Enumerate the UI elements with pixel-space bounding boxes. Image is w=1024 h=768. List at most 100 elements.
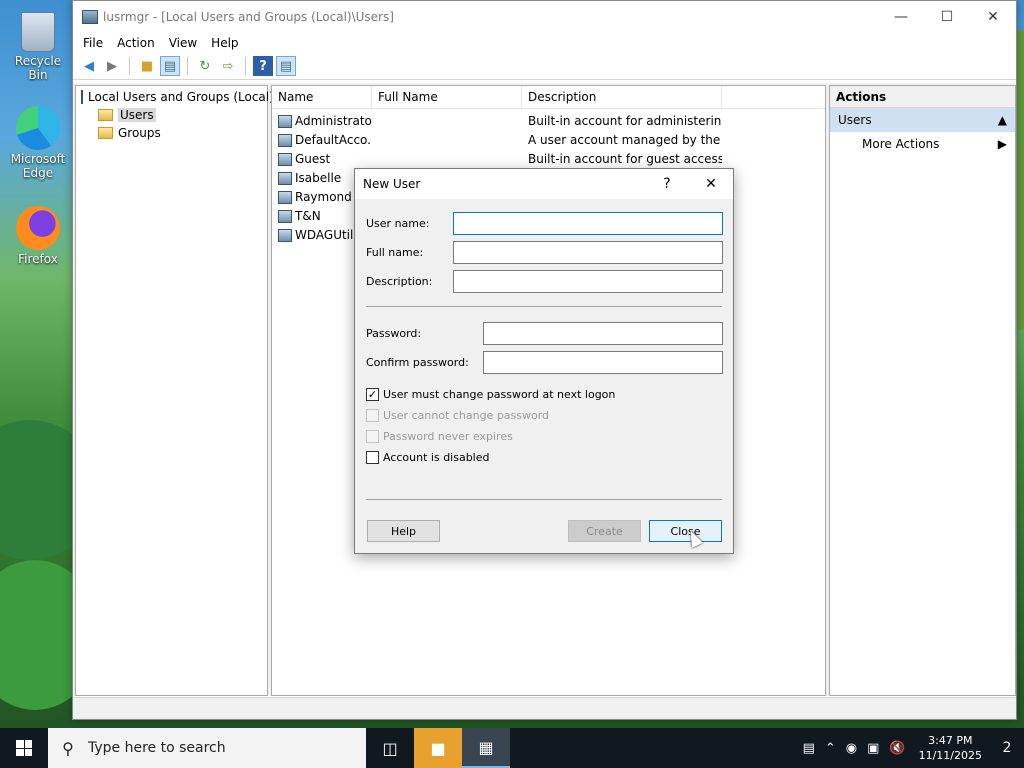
checkbox-checked-icon[interactable]: ✓ [366, 388, 379, 401]
system-tray: ▤ ⌃ ◉ ▣ 🔇 3:47 PM 11/11/2025 2 [798, 728, 1024, 768]
user-icon [278, 152, 292, 166]
show-hidden-icons-icon[interactable]: ⌃ [820, 741, 841, 756]
must-change-password-checkbox[interactable]: ✓ User must change password at next logo… [366, 388, 615, 401]
clock-time: 3:47 PM [928, 734, 973, 747]
checkbox-label: Account is disabled [383, 451, 490, 464]
user-name: Isabelle [295, 170, 342, 185]
confirm-password-label: Confirm password: [366, 356, 469, 369]
minimize-icon[interactable]: — [878, 1, 924, 32]
window-title: lusrmgr - [Local Users and Groups (Local… [103, 9, 394, 24]
tree-item-label: Local Users and Groups (Local) [88, 90, 274, 104]
clock-date: 11/11/2025 [918, 749, 982, 762]
dialog-titlebar[interactable]: New User ? ✕ [355, 169, 733, 199]
username-row: User name: [366, 212, 724, 235]
confirm-password-input[interactable] [483, 351, 723, 374]
account-disabled-checkbox[interactable]: Account is disabled [366, 451, 490, 464]
notification-count: 2 [1002, 740, 1012, 756]
description-input[interactable] [453, 270, 723, 293]
clock[interactable]: 3:47 PM 11/11/2025 [911, 733, 990, 763]
search-icon: ⚲ [62, 738, 74, 758]
search-placeholder: Type here to search [88, 740, 226, 756]
help-button[interactable]: Help [367, 520, 440, 542]
action-label: More Actions [862, 137, 940, 151]
refresh-icon[interactable]: ↻ [195, 56, 215, 76]
username-input[interactable] [453, 212, 723, 235]
table-row[interactable]: DefaultAcco... A user account managed by… [272, 130, 825, 149]
user-name: T&N [295, 208, 321, 223]
users-app-icon [82, 9, 98, 24]
help-icon[interactable]: ? [253, 56, 273, 76]
actions-pane: Actions Users ▲ More Actions ▶ [829, 85, 1016, 696]
user-description: Built-in account for guest access t... [528, 151, 722, 166]
dialog-help-icon[interactable]: ? [645, 176, 689, 192]
network-icon[interactable]: ▣ [862, 741, 884, 756]
new-user-dialog: New User ? ✕ User name: Full name: Descr… [354, 168, 734, 554]
window-titlebar[interactable]: lusrmgr - [Local Users and Groups (Local… [73, 1, 1016, 32]
create-button: Create [568, 520, 641, 542]
file-explorer-taskbar-icon[interactable]: ■ [414, 728, 462, 768]
close-button[interactable]: Close [649, 520, 722, 542]
forward-arrow-icon[interactable]: ▶ [102, 56, 122, 76]
up-folder-icon[interactable]: ■ [137, 56, 157, 76]
actions-section-label: Users [838, 113, 872, 127]
checkbox-unchecked-icon[interactable] [366, 451, 379, 464]
password-row: Password: [366, 322, 724, 345]
column-header-name[interactable]: Name [272, 86, 372, 108]
start-button[interactable] [0, 728, 48, 768]
column-header-full-name[interactable]: Full Name [372, 86, 522, 108]
tree-item-groups[interactable]: Groups [76, 124, 267, 142]
toolbar-separator [129, 57, 130, 75]
menu-action[interactable]: Action [110, 36, 162, 50]
list-header: Name Full Name Description [272, 86, 825, 109]
user-description: A user account managed by the s... [528, 132, 722, 147]
export-list-icon[interactable]: ⇨ [218, 56, 238, 76]
password-input[interactable] [483, 322, 723, 345]
folder-icon [98, 109, 113, 121]
maximize-icon[interactable]: ☐ [924, 1, 970, 32]
collapse-up-icon[interactable]: ▲ [998, 113, 1007, 127]
column-header-description[interactable]: Description [522, 86, 722, 108]
lusrmgr-taskbar-icon[interactable]: ▦ [462, 728, 510, 768]
show-action-pane-icon[interactable]: ▤ [276, 56, 296, 76]
desktop-icon-recycle-bin[interactable]: Recycle Bin [4, 8, 72, 82]
notification-center-icon[interactable]: 2 [990, 740, 1024, 756]
actions-section-users[interactable]: Users ▲ [830, 108, 1015, 132]
fullname-label: Full name: [366, 246, 424, 259]
table-row[interactable]: Guest Built-in account for guest access … [272, 149, 825, 168]
menu-view[interactable]: View [162, 36, 204, 50]
toolbar: ◀ ▶ ■ ▤ ↻ ⇨ ? ▤ [73, 53, 1016, 80]
back-arrow-icon[interactable]: ◀ [79, 56, 99, 76]
cannot-change-password-checkbox: User cannot change password [366, 409, 549, 422]
table-row[interactable]: Administrator Built-in account for admin… [272, 111, 825, 130]
actions-header: Actions [830, 86, 1015, 108]
menu-file[interactable]: File [76, 36, 110, 50]
desktop-icon-edge[interactable]: Microsoft Edge [4, 106, 72, 180]
dialog-close-icon[interactable]: ✕ [689, 176, 733, 192]
desktop-icon-firefox[interactable]: Firefox [4, 206, 72, 266]
meet-now-icon[interactable]: ◉ [841, 741, 862, 756]
menu-help[interactable]: Help [204, 36, 245, 50]
task-view-icon[interactable]: ◫ [366, 728, 414, 768]
user-name: Administrator [295, 113, 372, 128]
user-icon [278, 114, 292, 128]
user-name: WDAGUtilit [295, 227, 362, 242]
toolbar-separator [187, 57, 188, 75]
taskbar-search-box[interactable]: ⚲ Type here to search [48, 728, 366, 768]
user-icon [278, 209, 292, 223]
checkbox-label: Password never expires [383, 430, 513, 443]
user-icon [278, 133, 292, 147]
taskbar: ⚲ Type here to search ◫ ■ ▦ ▤ ⌃ ◉ ▣ 🔇 3:… [0, 728, 1024, 768]
fullname-input[interactable] [453, 241, 723, 264]
volume-muted-icon[interactable]: 🔇 [884, 741, 910, 756]
close-icon[interactable]: ✕ [970, 1, 1016, 32]
tree-item-root[interactable]: Local Users and Groups (Local) [76, 88, 274, 106]
news-widget-icon[interactable]: ▤ [798, 741, 820, 756]
show-hide-tree-icon[interactable]: ▤ [160, 56, 180, 76]
computer-management-icon [81, 90, 83, 104]
tree-item-users[interactable]: Users [76, 106, 267, 124]
status-bar [73, 697, 1016, 719]
tree-pane: Local Users and Groups (Local) Users Gro… [75, 85, 274, 696]
edge-icon [16, 106, 60, 150]
action-more-actions[interactable]: More Actions ▶ [830, 132, 1015, 156]
user-icon [278, 190, 292, 204]
